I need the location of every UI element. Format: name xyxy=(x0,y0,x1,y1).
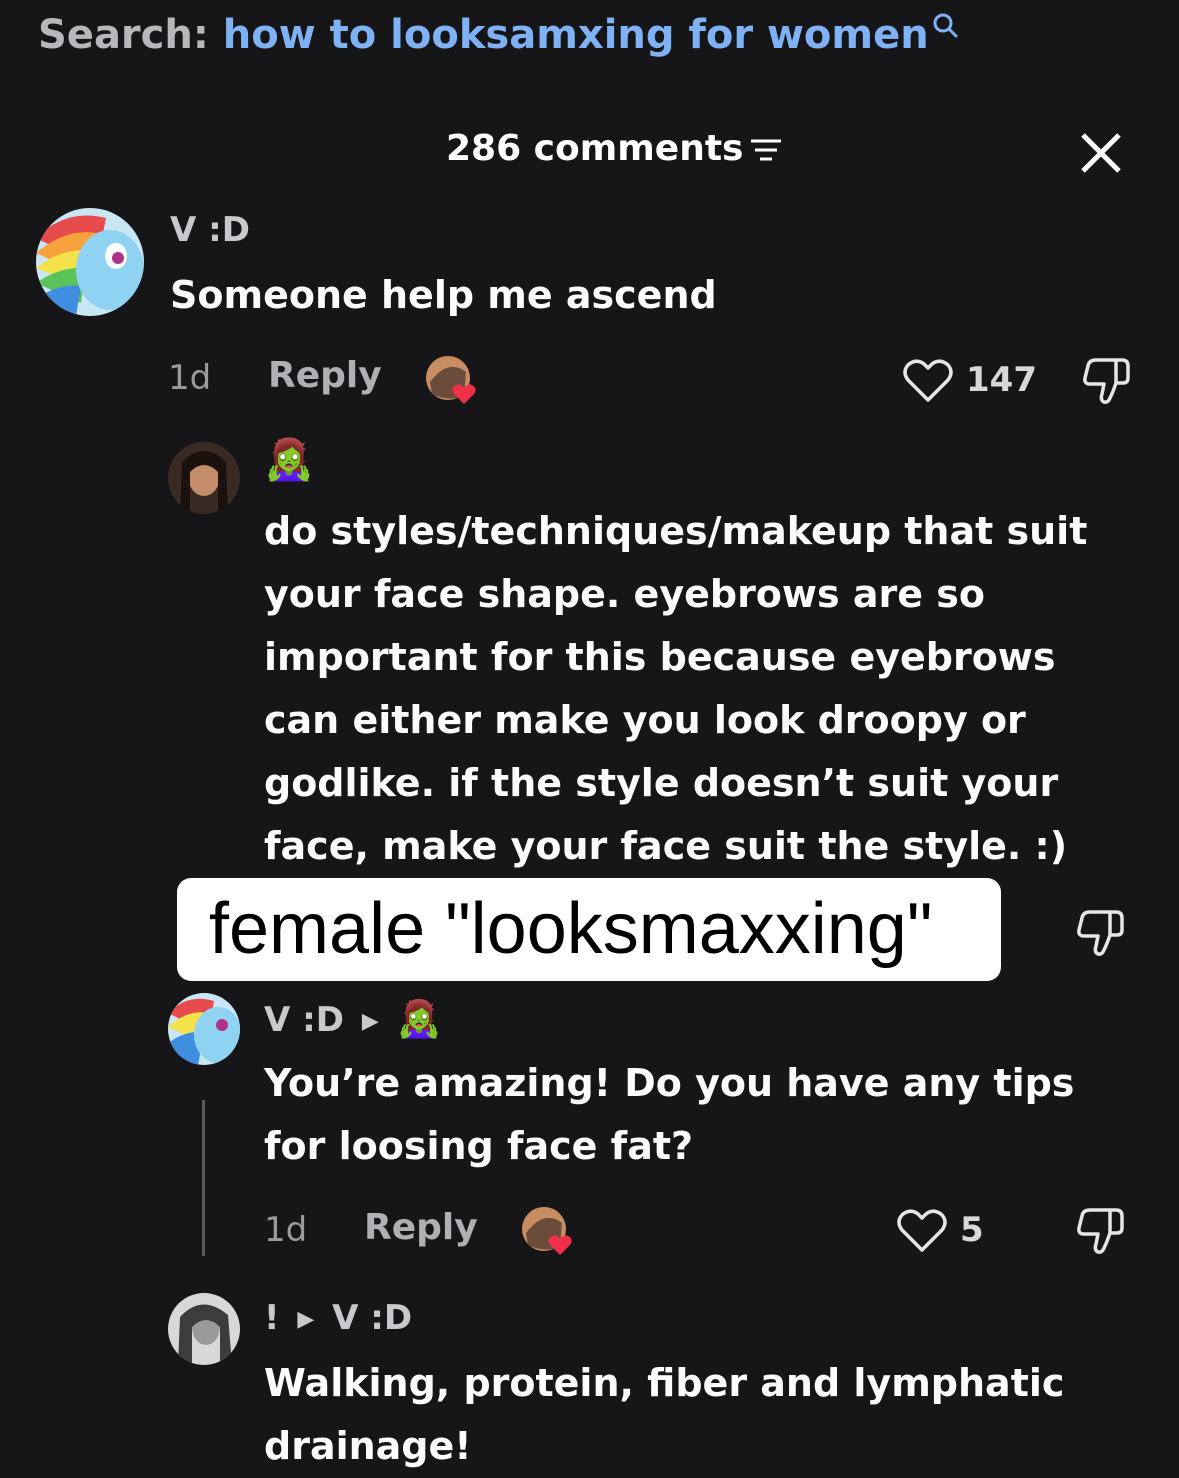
comment-username[interactable]: V :D xyxy=(170,210,250,250)
comments-count-text: 286 comments xyxy=(446,128,744,169)
comment-thread-header: ! ▶ V :D xyxy=(264,1298,412,1338)
reply-button[interactable]: Reply xyxy=(364,1207,478,1248)
avatar[interactable] xyxy=(168,442,240,514)
search-query[interactable]: how to looksamxing for women xyxy=(223,12,929,58)
sort-icon[interactable] xyxy=(749,135,783,165)
close-icon[interactable] xyxy=(1078,130,1124,176)
comment-text: Someone help me ascend xyxy=(170,273,717,317)
dislike-icon[interactable] xyxy=(1080,356,1132,406)
comment-thread-header: V :D ▶ 🧟‍♀️ xyxy=(264,998,441,1040)
video-caption-overlay: female "looksmaxxing" xyxy=(177,878,1001,981)
heart-icon[interactable] xyxy=(902,358,954,404)
comment-username[interactable]: ! xyxy=(264,1298,280,1338)
avatar[interactable] xyxy=(168,993,240,1065)
comment-text: You’re amazing! Do you have any tips for… xyxy=(264,1061,1075,1168)
like-count: 5 xyxy=(960,1210,984,1250)
reply-button[interactable]: Reply xyxy=(268,355,382,396)
thread-line xyxy=(202,1100,205,1256)
reply-to-username[interactable]: V :D xyxy=(332,1298,412,1338)
comments-count: 286 comments xyxy=(446,128,783,169)
comment-age: 1d xyxy=(264,1210,308,1250)
heart-icon[interactable] xyxy=(896,1208,948,1254)
creator-liked-badge xyxy=(522,1207,572,1255)
search-bar[interactable]: Search: how to looksamxing for women xyxy=(38,12,959,58)
avatar[interactable] xyxy=(168,1293,240,1365)
avatar[interactable] xyxy=(36,208,144,316)
search-icon[interactable] xyxy=(931,12,959,40)
search-label: Search: xyxy=(38,12,209,58)
reply-arrow-icon: ▶ xyxy=(361,1009,379,1034)
reply-to-emoji[interactable]: 🧟‍♀️ xyxy=(397,999,442,1040)
comment-text: Walking, protein, fiber and lymphatic dr… xyxy=(264,1361,1065,1468)
like-count: 147 xyxy=(966,360,1037,400)
creator-liked-badge xyxy=(426,356,476,404)
dislike-icon[interactable] xyxy=(1074,908,1126,958)
reply-arrow-icon: ▶ xyxy=(297,1307,315,1332)
comment-age: 1d xyxy=(168,358,212,398)
comment-username[interactable]: V :D xyxy=(264,1000,344,1040)
comment-text: do styles/techniques/makeup that suit yo… xyxy=(264,509,1088,868)
dislike-icon[interactable] xyxy=(1074,1206,1126,1256)
comment-username-emoji[interactable]: 🧟‍♀️ xyxy=(264,436,314,483)
